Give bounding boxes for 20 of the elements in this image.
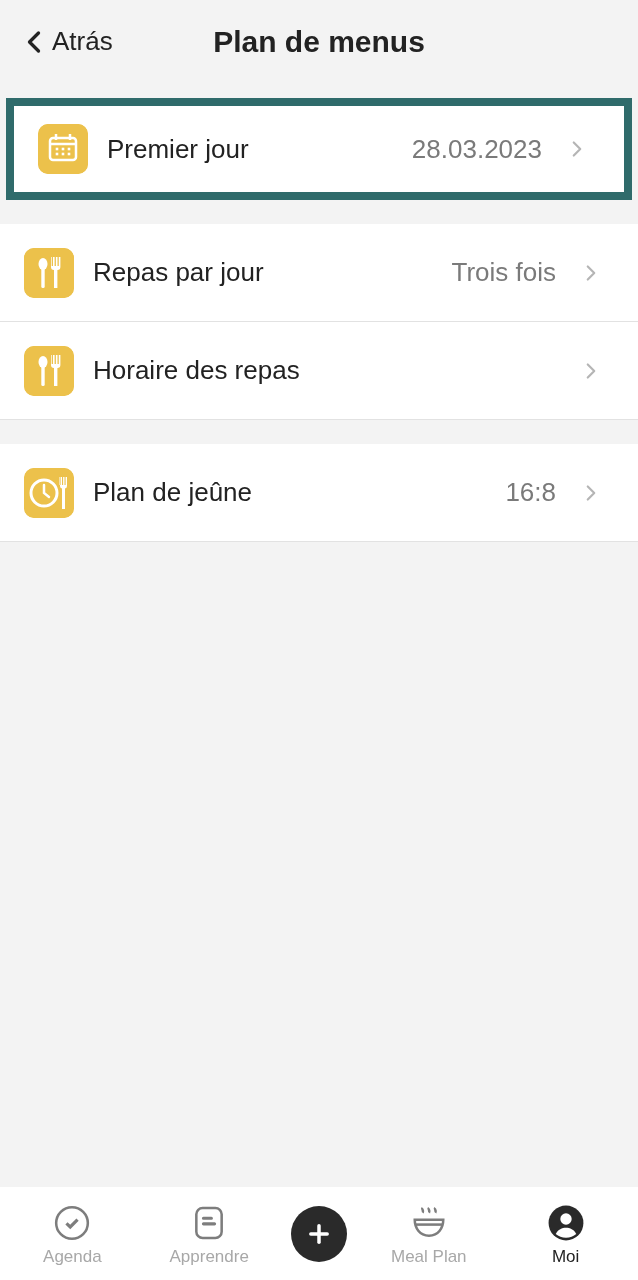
row-label: Premier jour	[107, 132, 249, 166]
page-title: Plan de menus	[213, 23, 425, 60]
row-value: 16:8	[505, 476, 556, 509]
back-button[interactable]: Atrás	[16, 22, 113, 61]
calendar-icon	[38, 124, 88, 174]
settings-row[interactable]: Repas par jour Trois fois	[0, 224, 638, 322]
row-value: 28.03.2023	[411, 132, 542, 166]
profile-icon	[546, 1203, 585, 1242]
row-label: Repas par jour	[93, 256, 264, 289]
row-value: Trois fois	[451, 256, 556, 289]
settings-row[interactable]: Horaire des repas	[0, 322, 638, 420]
settings-row[interactable]: Premier jour 28.03.2023	[6, 98, 632, 200]
row-label: Horaire des repas	[93, 354, 300, 387]
cutlery-icon	[24, 247, 74, 298]
settings-row[interactable]: Plan de jeûne 16:8	[0, 444, 638, 542]
row-label: Plan de jeûne	[93, 476, 253, 509]
check-circle-icon	[53, 1203, 92, 1242]
tab[interactable]: Moi	[510, 1197, 621, 1270]
cutlery-icon	[24, 345, 74, 396]
clock-fork-icon	[24, 467, 74, 518]
